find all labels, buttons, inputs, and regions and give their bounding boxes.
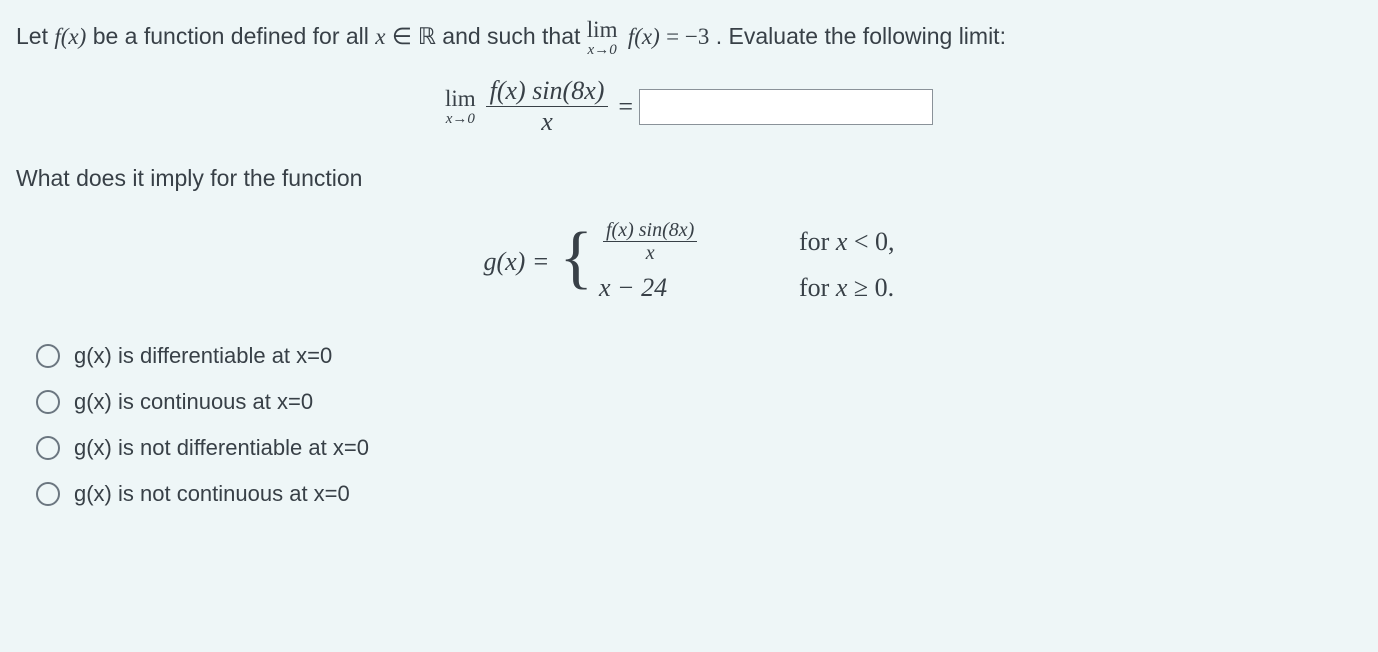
radio-icon[interactable] — [36, 482, 60, 506]
case1-expr: f(x) sin(8x) x — [599, 220, 759, 263]
case2-cond: for x ≥ 0. — [799, 273, 894, 303]
cases-column: f(x) sin(8x) x for x < 0, x − 24 for x ≥… — [599, 220, 895, 303]
option-continuous[interactable]: g(x) is continuous at x=0 — [36, 389, 1362, 415]
option-differentiable[interactable]: g(x) is differentiable at x=0 — [36, 343, 1362, 369]
options-list: g(x) is differentiable at x=0 g(x) is co… — [16, 343, 1362, 507]
intro-lim-label: lim — [587, 18, 618, 41]
intro-eq: = −3 — [666, 24, 709, 49]
main-fraction: f(x) sin(8x) x — [486, 78, 609, 135]
option-not-continuous[interactable]: g(x) is not continuous at x=0 — [36, 481, 1362, 507]
radio-icon[interactable] — [36, 436, 60, 460]
option-label: g(x) is not differentiable at x=0 — [74, 435, 369, 461]
radio-icon[interactable] — [36, 390, 60, 414]
intro-part1: Let — [16, 23, 54, 49]
intro-lim-block: lim x→0 — [587, 18, 618, 58]
main-fraction-den: x — [537, 107, 557, 135]
main-lim-sub: x→0 — [446, 112, 475, 127]
main-lim-label: lim — [445, 87, 476, 110]
case1-fraction: f(x) sin(8x) x — [603, 220, 697, 263]
intro-elem: ∈ — [392, 24, 418, 49]
gx-lhs: g(x) = — [483, 247, 549, 277]
intro-fx: f(x) — [54, 24, 86, 49]
option-not-differentiable[interactable]: g(x) is not differentiable at x=0 — [36, 435, 1362, 461]
option-label: g(x) is continuous at x=0 — [74, 389, 313, 415]
option-label: g(x) is not continuous at x=0 — [74, 481, 350, 507]
case-1: f(x) sin(8x) x for x < 0, — [599, 220, 895, 263]
option-label: g(x) is differentiable at x=0 — [74, 343, 332, 369]
main-fraction-num: f(x) sin(8x) — [486, 78, 609, 107]
case-2: x − 24 for x ≥ 0. — [599, 273, 895, 303]
radio-icon[interactable] — [36, 344, 60, 368]
case1-cond: for x < 0, — [799, 227, 895, 257]
equals-sign: = — [618, 92, 633, 122]
main-limit-row: lim x→0 f(x) sin(8x) x = — [16, 78, 1362, 135]
answer-input[interactable] — [639, 89, 933, 125]
gx-definition: g(x) = { f(x) sin(8x) x for x < 0, x − 2… — [16, 220, 1362, 303]
case1-num: f(x) sin(8x) — [603, 220, 697, 242]
intro-lim-fx: f(x) — [628, 24, 660, 49]
main-lim-block: lim x→0 — [445, 87, 476, 127]
question-intro: Let f(x) be a function defined for all x… — [16, 18, 1362, 58]
intro-R: ℝ — [418, 24, 436, 49]
case1-den: x — [643, 242, 658, 263]
intro-part2: be a function defined for all — [93, 23, 376, 49]
intro-lim-sub: x→0 — [588, 43, 617, 58]
intro-x: x — [375, 24, 385, 49]
subquestion-text: What does it imply for the function — [16, 165, 1362, 192]
brace-icon: { — [559, 230, 593, 286]
case2-expr: x − 24 — [599, 273, 759, 303]
intro-part4: . Evaluate the following limit: — [716, 23, 1006, 49]
intro-part3: and such that — [442, 23, 587, 49]
